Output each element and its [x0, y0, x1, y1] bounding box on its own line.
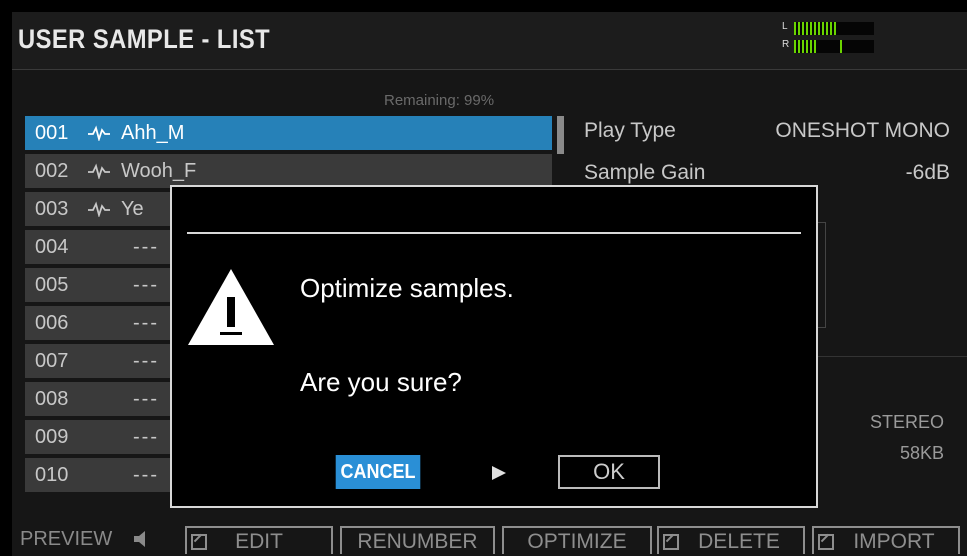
sample-number: 001: [35, 122, 69, 144]
renumber-button[interactable]: RENUMBER: [340, 526, 495, 554]
size-info: 58KB: [899, 443, 944, 463]
title-bar: USER SAMPLE - LIST L R: [12, 12, 967, 70]
sample-number: 009: [35, 426, 69, 448]
speaker-icon: [134, 531, 145, 547]
confirm-dialog: Optimize samples. Are you sure? CANCEL O…: [170, 185, 818, 508]
sample-name: ---: [133, 350, 159, 372]
sample-name: ---: [133, 312, 159, 334]
sample-name: ---: [133, 388, 159, 410]
sample-number: 005: [35, 274, 69, 296]
sample-name: Ye: [121, 198, 144, 220]
dialog-message: Optimize samples.: [300, 273, 514, 303]
sample-name: ---: [133, 426, 159, 448]
sample-number: 008: [35, 388, 69, 410]
waveform-icon: [88, 201, 110, 217]
sample-gain-label: Sample Gain: [584, 161, 706, 184]
meter-peak-right: [840, 40, 843, 53]
list-scrollbar[interactable]: [557, 116, 564, 154]
dialog-question: Are you sure?: [300, 367, 462, 397]
function-bar: PREVIEW EDIT RENUMBER OPTIMIZE DELETE IM…: [12, 526, 967, 556]
sample-number: 002: [35, 160, 69, 182]
list-item[interactable]: 002 Wooh_F: [25, 154, 552, 188]
preview-label: PREVIEW: [20, 528, 113, 550]
play-type-label: Play Type: [584, 119, 676, 142]
sample-number: 004: [35, 236, 69, 258]
channels-info: STEREO: [869, 412, 944, 432]
waveform-icon: [88, 163, 110, 179]
remaining-label: Remaining: 99%: [384, 92, 495, 109]
sample-name: ---: [133, 464, 159, 486]
meter-fill-left: [794, 22, 838, 35]
list-item[interactable]: 001 Ahh_M: [25, 116, 552, 150]
sample-name: Ahh_M: [121, 122, 185, 144]
sample-number: 007: [35, 350, 69, 372]
sample-number: 003: [35, 198, 69, 220]
sample-name: ---: [133, 236, 159, 258]
optimize-button[interactable]: OPTIMIZE: [502, 526, 652, 554]
screen: USER SAMPLE - LIST L R Remaining: 99% 00…: [12, 12, 967, 556]
sample-number: 010: [35, 464, 69, 486]
dialog-rule: [187, 232, 801, 234]
sample-gain-value[interactable]: -6dB: [906, 161, 950, 185]
import-button[interactable]: IMPORT: [812, 526, 960, 554]
arrow-right-icon: [492, 466, 506, 480]
sample-name: Wooh_F: [121, 160, 197, 182]
external-icon: [191, 534, 207, 550]
edit-button[interactable]: EDIT: [185, 526, 333, 554]
meter-fill-right: [794, 40, 818, 53]
play-type-value[interactable]: ONESHOT MONO: [775, 119, 950, 143]
external-icon: [818, 534, 834, 550]
warning-icon: [188, 269, 274, 345]
waveform-icon: [88, 125, 110, 141]
page-title: USER SAMPLE - LIST: [18, 24, 271, 54]
external-icon: [663, 534, 679, 550]
cancel-button[interactable]: CANCEL: [335, 455, 421, 489]
delete-button[interactable]: DELETE: [657, 526, 805, 554]
sample-name: ---: [133, 274, 159, 296]
sample-number: 006: [35, 312, 69, 334]
ok-button[interactable]: OK: [558, 455, 660, 489]
